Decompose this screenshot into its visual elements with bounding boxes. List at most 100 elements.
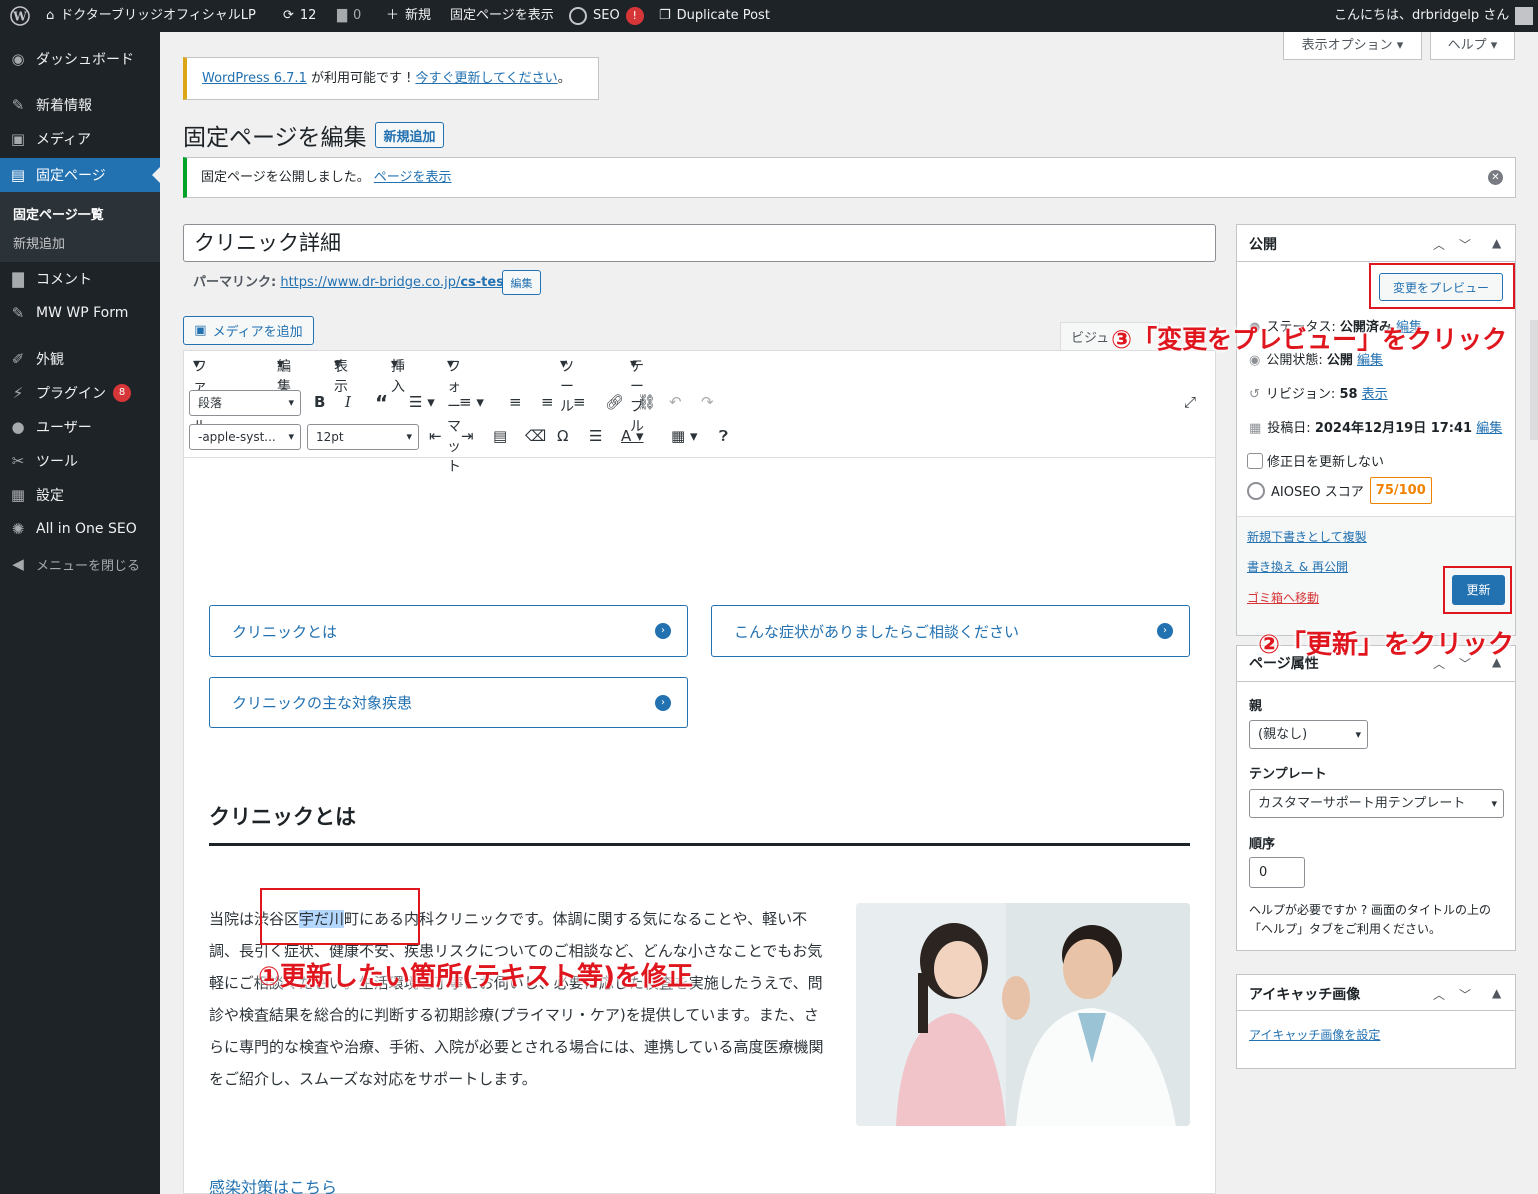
sidebar-item-settings[interactable]: ▦ 設定 (0, 478, 160, 512)
dismiss-icon[interactable]: ✕ (1488, 170, 1503, 185)
comments-link[interactable]: ▇ 0 (337, 0, 361, 32)
wordpress-logo-icon[interactable]: W (10, 0, 30, 32)
sidebar-item-aioseo[interactable]: ✺ All in One SEO (0, 512, 160, 546)
font-family-select[interactable]: -apple-syst... (189, 424, 301, 450)
screen-options-tab[interactable]: 表示オプション ▾ (1283, 32, 1422, 60)
unlink-icon[interactable]: ⛓︎ (637, 393, 656, 411)
set-featured-image-link[interactable]: アイキャッチ画像を設定 (1249, 1026, 1380, 1043)
move-up-icon[interactable]: ︿ (1433, 986, 1445, 1003)
infection-control-link[interactable]: 感染対策はこちら (209, 1174, 337, 1194)
site-name-link[interactable]: ⌂ ドクターブリッジオフィシャルLP (46, 0, 256, 32)
fullscreen-icon[interactable]: ⤢ (1184, 393, 1196, 411)
seo-menu[interactable]: SEO! (569, 0, 644, 32)
edit-permalink-button[interactable]: 編集 (502, 270, 541, 295)
date-value: 2024年12月19日 17:41 (1314, 421, 1473, 436)
menu-format[interactable]: フォーマット ▾ (447, 356, 461, 475)
menu-insert[interactable]: 挿入 ▾ (391, 356, 405, 395)
parent-select[interactable]: (親なし) (1249, 720, 1368, 749)
revisions-row: ↺ リビジョン: 58 表示 (1249, 383, 1388, 402)
order-input[interactable]: 0 (1249, 857, 1305, 888)
menu-table[interactable]: テーブル ▾ (630, 356, 644, 435)
sidebar-item-users[interactable]: ● ユーザー (0, 410, 160, 444)
move-to-trash-link[interactable]: ゴミ箱へ移動 (1247, 589, 1319, 606)
sidebar-item-pages[interactable]: ▤ 固定ページ (0, 158, 160, 192)
align-center-icon[interactable]: ≡ (541, 393, 554, 411)
update-now-link[interactable]: 今すぐ更新してください (415, 71, 557, 86)
redo-icon[interactable]: ↷ (701, 393, 714, 411)
post-title-input[interactable]: クリニック詳細 (183, 224, 1216, 262)
indent-icon[interactable]: ⇥ (461, 427, 474, 445)
menu-view[interactable]: 表示 ▾ (334, 356, 348, 395)
align-right-icon[interactable]: ≡ (573, 393, 586, 411)
menu-label: 表示 (334, 359, 348, 395)
anchor-link-symptoms[interactable]: こんな症状がありましたらご相談ください › (711, 605, 1190, 657)
template-select[interactable]: カスタマーサポート用テンプレート (1249, 789, 1504, 818)
edit-date-link[interactable]: 編集 (1476, 421, 1502, 436)
sidebar-collapse[interactable]: ◀ メニューを閉じる (0, 547, 160, 581)
scrollbar[interactable] (1530, 320, 1538, 440)
collapse-triangle-icon[interactable]: ▲ (1492, 986, 1501, 1000)
bullet-list-icon[interactable]: ☰ ▾ (409, 393, 435, 411)
no-modify-checkbox[interactable] (1247, 452, 1263, 469)
revisions-value: 58 (1339, 387, 1358, 402)
sidebar-item-news[interactable]: ✎ 新着情報 (0, 88, 160, 122)
submenu-add-new[interactable]: 新規追加 (13, 233, 65, 252)
clear-formatting-icon[interactable]: ⌫ (525, 427, 546, 445)
move-up-icon[interactable]: ︿ (1433, 236, 1445, 253)
blockquote-icon[interactable]: “ (375, 391, 388, 415)
submenu-all-pages[interactable]: 固定ページ一覧 (13, 204, 104, 223)
updates-link[interactable]: ⟳ 12 (283, 0, 316, 32)
view-page-link[interactable]: ページを表示 (374, 170, 452, 185)
help-icon[interactable]: ❓︎ (719, 427, 728, 445)
anchor-link-clinic[interactable]: クリニックとは › (209, 605, 688, 657)
sidebar-item-comments[interactable]: ▇ コメント (0, 262, 160, 296)
horizontal-rule-icon[interactable]: ☰ (589, 427, 602, 445)
sidebar-item-plugins[interactable]: ⚡ プラグイン 8 (0, 376, 160, 410)
link-icon[interactable]: 🔗︎ (605, 393, 624, 411)
italic-icon[interactable]: I (345, 393, 351, 411)
move-down-icon[interactable]: ﹀ (1459, 986, 1471, 1003)
view-page-link[interactable]: 固定ページを表示 (450, 0, 554, 32)
permalink-row: パーマリンク: https://www.dr-bridge.co.jp/cs-t… (193, 272, 515, 294)
comments-count: 0 (353, 8, 362, 23)
sidebar-item-media[interactable]: ▣ メディア (0, 122, 160, 156)
aioseo-score-badge[interactable]: 75/100 (1369, 477, 1432, 504)
sidebar-item-dashboard[interactable]: ◉ ダッシュボード (0, 42, 160, 76)
collapse-triangle-icon[interactable]: ▲ (1492, 236, 1501, 250)
menu-file[interactable]: ファイル ▾ (193, 356, 207, 435)
anchor-link-diseases[interactable]: クリニックの主な対象疾患 › (209, 677, 688, 728)
wrench-icon: ✂ (11, 452, 25, 470)
new-content-link[interactable]: ＋ 新規 (386, 0, 431, 32)
special-character-icon[interactable]: Ω (557, 427, 568, 445)
undo-icon[interactable]: ↶ (669, 393, 682, 411)
sidebar-item-label: ダッシュボード (36, 52, 134, 68)
page-icon: ▤ (10, 166, 26, 184)
view-revisions-link[interactable]: 表示 (1362, 387, 1388, 402)
bold-icon[interactable]: B (314, 393, 325, 411)
align-left-icon[interactable]: ≡ (509, 393, 522, 411)
add-new-page-button[interactable]: 新規追加 (375, 122, 444, 148)
rewrite-republish-link[interactable]: 書き換え & 再公開 (1247, 558, 1348, 575)
font-size-select[interactable]: 12pt (307, 424, 419, 450)
permalink-url[interactable]: https://www.dr-bridge.co.jp/cs-test/ (280, 275, 515, 290)
aioseo-icon (569, 7, 587, 25)
format-select[interactable]: 段落 (189, 390, 301, 416)
sidebar-item-tools[interactable]: ✂ ツール (0, 444, 160, 478)
move-down-icon[interactable]: ﹀ (1459, 236, 1471, 253)
account-menu[interactable]: こんにちは、drbridgelp さん (1334, 0, 1534, 32)
sidebar-item-mw-wp-form[interactable]: ✎ MW WP Form (0, 296, 160, 330)
menu-tools[interactable]: ツール ▾ (560, 356, 574, 415)
add-media-button[interactable]: ▣ メディアを追加 (183, 316, 314, 345)
duplicate-post-link[interactable]: ❐ Duplicate Post (659, 0, 770, 32)
seo-label: SEO (593, 8, 620, 23)
sidebar-item-appearance[interactable]: ✐ 外観 (0, 342, 160, 376)
numbered-list-icon[interactable]: ≡ ▾ (459, 393, 484, 411)
table-icon[interactable]: ▦ ▾ (671, 427, 697, 445)
paste-text-icon[interactable]: ▤ (493, 427, 507, 445)
menu-edit[interactable]: 編集 ▾ (277, 356, 291, 395)
help-tab[interactable]: ヘルプ ▾ (1430, 32, 1515, 60)
text-color-icon[interactable]: A ▾ (621, 427, 644, 445)
copy-new-draft-link[interactable]: 新規下書きとして複製 (1247, 528, 1367, 545)
outdent-icon[interactable]: ⇤ (429, 427, 442, 445)
wordpress-version-link[interactable]: WordPress 6.7.1 (202, 71, 307, 86)
